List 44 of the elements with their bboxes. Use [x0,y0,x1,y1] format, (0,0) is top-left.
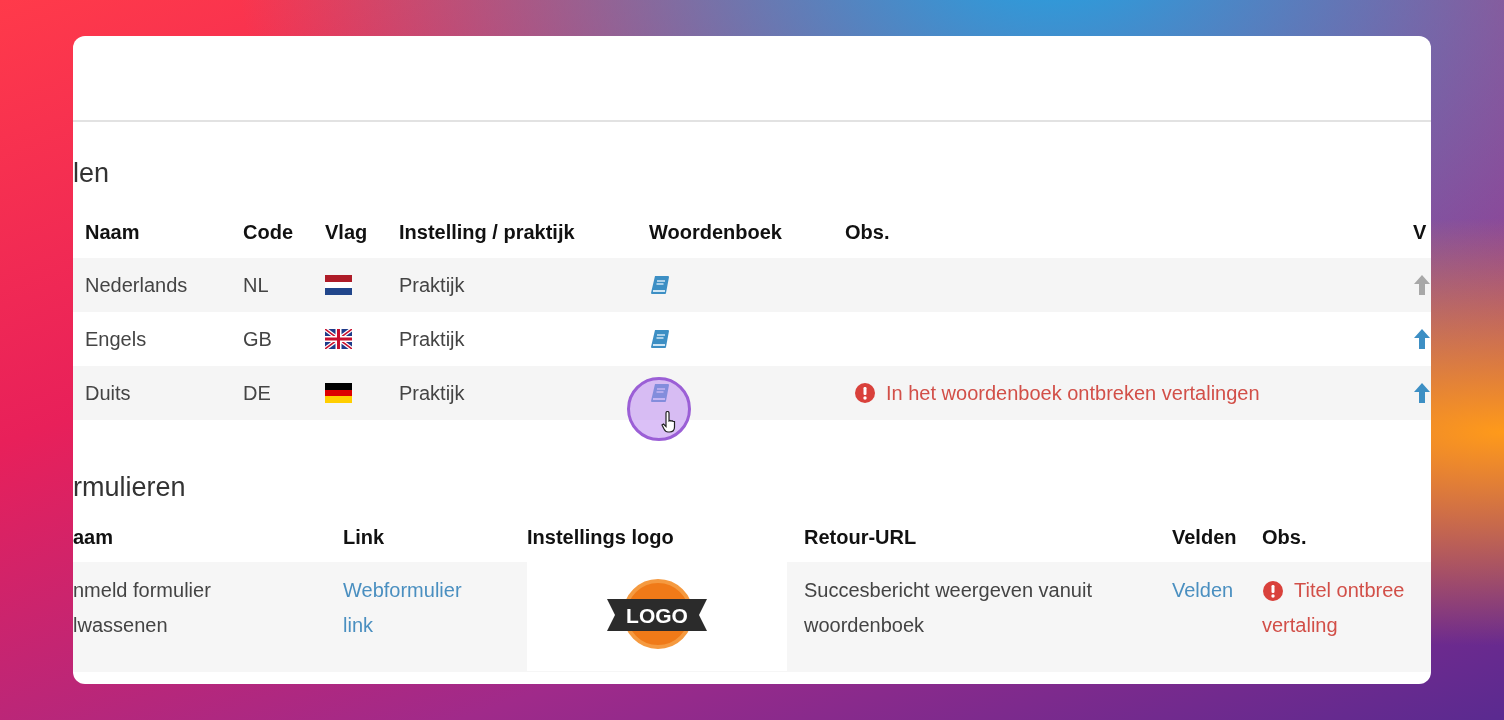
section-title: rmulieren [73,472,187,503]
column-header: Retour-URL [803,524,918,550]
logo-drawing: LOGO [527,561,787,671]
column-header: Code [242,220,294,244]
table-cell-text: lwassenen [73,613,169,638]
column-header: Link [342,524,386,550]
book-icon[interactable] [649,328,671,350]
table-cell-text: NL [242,273,270,297]
fields-link[interactable]: Velden [1172,573,1234,608]
column-header: aam [73,524,115,550]
warning-text: vertaling [1262,613,1339,638]
column-header: Vlag [324,220,369,244]
column-header: Naam [84,220,141,244]
warning-text: In het woordenboek ontbreken vertalingen [886,381,1260,405]
table-cell-text: Succesbericht weergeven vanuit woordenboek [803,578,1093,638]
table-cell-text: Duits [84,381,132,405]
error-icon [1262,579,1284,602]
table-cell-text: DE [242,381,272,405]
column-header: Velden [1171,524,1238,550]
column-header: Obs. [844,220,891,244]
flag-icon [325,329,352,349]
book-icon[interactable] [649,382,671,404]
table-cell-text: Praktijk [398,273,466,297]
click-highlight [627,377,691,441]
section-title: len [73,158,111,189]
column-header: Instelling / praktijk [398,220,576,244]
table-cell-text: nmeld formulier [73,578,212,603]
webform-link[interactable]: Webformulier link [343,573,493,643]
table-cell-text: Praktijk [398,381,466,405]
column-header: Woordenboek [648,220,783,244]
flag-icon [325,383,352,403]
table-cell-text: GB [242,327,273,351]
table-cell-text: Engels [84,327,148,351]
column-header: V [1412,220,1428,244]
column-header: Instellings logo [526,524,675,550]
table-cell-text: Praktijk [398,327,466,351]
table-cell-text: Nederlands [84,273,189,297]
move-up-icon[interactable] [1413,382,1431,404]
warning-text: Titel ontbree [1294,578,1405,603]
column-header: Obs. [1261,524,1308,550]
error-icon [854,382,876,404]
book-icon[interactable] [649,274,671,296]
move-up-icon[interactable] [1413,328,1431,350]
flag-icon [325,275,352,295]
